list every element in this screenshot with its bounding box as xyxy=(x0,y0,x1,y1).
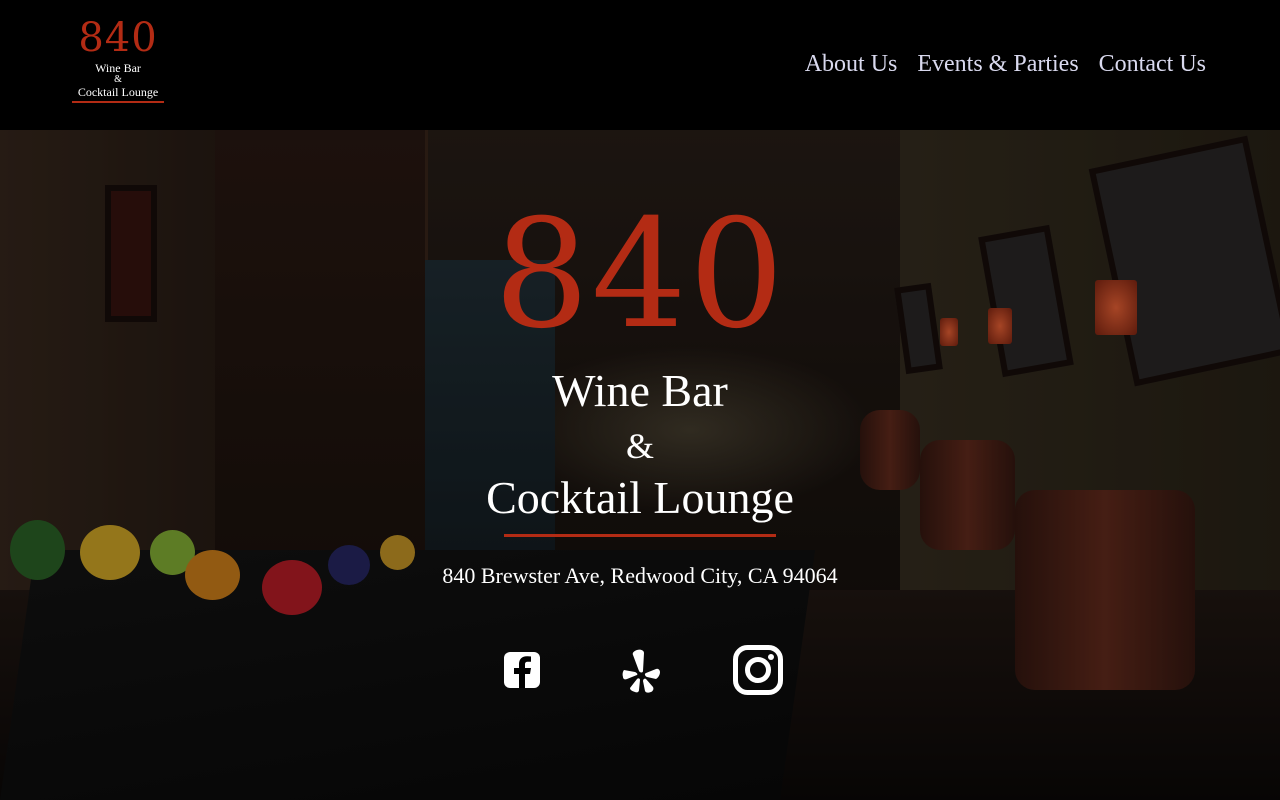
hero-cocktail-lounge: Cocktail Lounge xyxy=(486,472,794,523)
hero-ampersand: & xyxy=(625,426,654,466)
yelp-icon[interactable] xyxy=(613,642,669,698)
main-nav: About Us Events & Parties Contact Us xyxy=(805,48,1206,80)
nav-events-parties[interactable]: Events & Parties xyxy=(917,48,1078,80)
hero-wine-bar: Wine Bar xyxy=(552,365,728,416)
site-header: 840 Wine Bar & Cocktail Lounge About Us … xyxy=(0,0,1280,130)
hero-content: 840 Wine Bar & Cocktail Lounge 840 Brews… xyxy=(0,130,1280,800)
logo-line-ampersand: & xyxy=(114,74,122,85)
site-logo[interactable]: 840 Wine Bar & Cocktail Lounge xyxy=(72,18,164,114)
instagram-icon[interactable] xyxy=(730,642,786,698)
nav-contact-us[interactable]: Contact Us xyxy=(1099,48,1206,80)
hero-address: 840 Brewster Ave, Redwood City, CA 94064 xyxy=(442,563,838,588)
logo-underline xyxy=(72,101,164,103)
hero-divider xyxy=(504,534,776,537)
logo-number: 840 xyxy=(78,15,158,61)
nav-about-us[interactable]: About Us xyxy=(805,48,898,80)
logo-line-cocktail-lounge: Cocktail Lounge xyxy=(77,85,159,99)
hero-number: 840 xyxy=(493,188,787,362)
facebook-icon[interactable] xyxy=(494,642,550,698)
